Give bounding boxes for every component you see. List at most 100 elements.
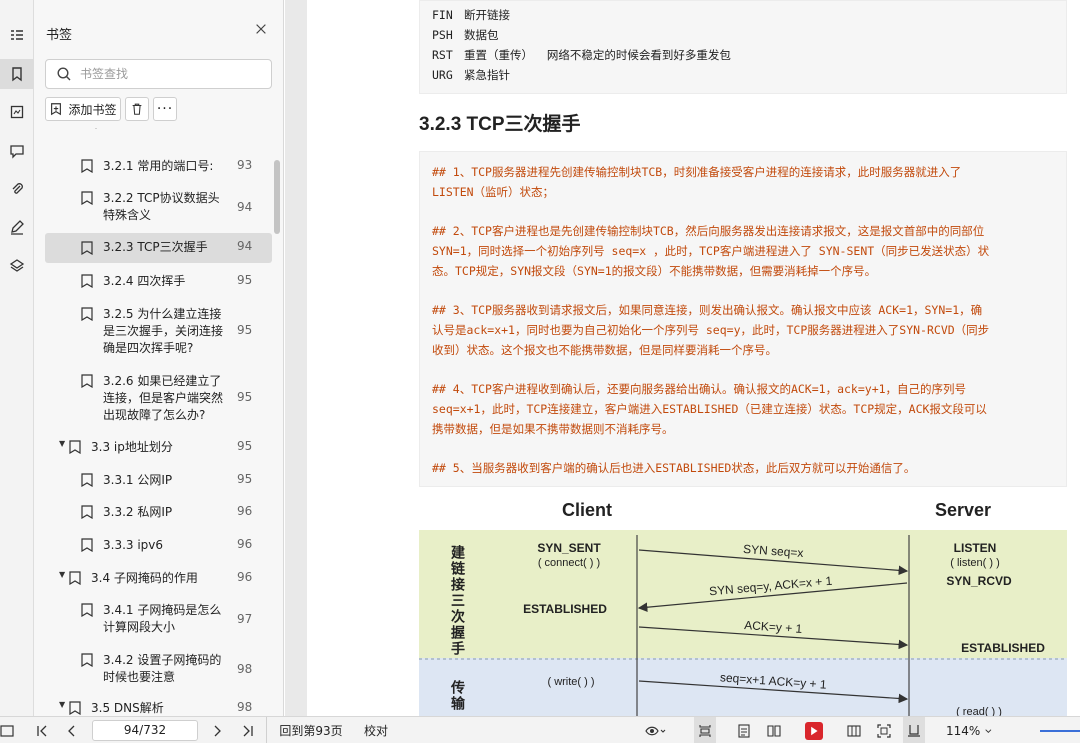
more-options-button[interactable]: ··· — [153, 97, 177, 121]
bookmark-group[interactable]: ▼ 3.3 ip地址划分 95 — [45, 437, 272, 459]
text-view-button[interactable] — [733, 717, 755, 743]
bookmark-page: 95 — [237, 472, 253, 486]
bookmark-page: 94 — [237, 239, 253, 253]
next-page-button[interactable] — [207, 717, 227, 743]
attachment-icon[interactable] — [0, 174, 34, 204]
panel-scrollbar[interactable] — [274, 160, 280, 234]
play-button[interactable] — [805, 722, 823, 740]
eye-mode-button[interactable] — [640, 717, 672, 743]
bookmark-page: 95 — [237, 439, 253, 453]
tool-rail — [0, 0, 34, 716]
step-2: ## 2、TCP客户进程也是先创建传输控制块TCB，然后向服务器发出连接请求报文… — [432, 224, 990, 278]
delete-bookmark-button[interactable] — [125, 97, 149, 121]
outline-toggle-icon[interactable] — [0, 20, 34, 50]
tree-row-clipped: ▾ — [45, 128, 272, 136]
add-bookmark-button[interactable]: 添加书签 — [45, 97, 121, 121]
step-1: ## 1、TCP服务器进程先创建传输控制块TCB，时刻准备接受客户进程的连接请求… — [432, 165, 962, 199]
bookmark-group[interactable]: ▼ 3.4 子网掩码的作用 96 — [45, 568, 272, 590]
bookmark-group[interactable]: ▼ 3.5 DNS解析 98 — [45, 698, 272, 716]
bookmark-icon — [81, 307, 93, 322]
first-page-icon — [37, 725, 47, 736]
comment-icon[interactable] — [0, 136, 34, 166]
bookmark-icon — [81, 191, 93, 206]
bookmark-page: 98 — [237, 700, 253, 714]
bookmark-item[interactable]: 3.3.3 ipv6 96 — [45, 535, 272, 557]
bookmark-item[interactable]: 3.2.4 四次挥手 95 — [45, 271, 272, 293]
zoom-slider[interactable] — [1040, 717, 1080, 743]
expand-arrow-icon[interactable]: ▼ — [59, 700, 65, 709]
page-number-input[interactable]: 94/732 — [92, 720, 198, 741]
zoom-level-dropdown[interactable]: 114% — [946, 717, 992, 743]
bookmark-label: 3.2.4 四次挥手 — [103, 274, 186, 288]
fit-page-button[interactable] — [873, 717, 895, 743]
bookmark-item[interactable]: 3.3.1 公网IP 95 — [45, 470, 272, 492]
signature-icon[interactable] — [0, 212, 34, 242]
layers-icon[interactable] — [0, 251, 34, 281]
bookmark-label: 3.3.2 私网IP — [103, 505, 173, 519]
bookmark-label: 3.2.3 TCP三次握手 — [103, 240, 208, 254]
single-page-view-button[interactable] — [694, 717, 716, 743]
play-icon — [811, 726, 818, 736]
bookmark-item[interactable]: 3.2.5 为什么建立连接是三次握手，关闭连接确是四次挥手呢? 95 — [45, 304, 272, 360]
fit-width-button[interactable] — [903, 717, 925, 743]
bookmark-search-box[interactable] — [45, 59, 272, 89]
bookmark-item[interactable]: 3.4.1 子网掩码是怎么计算网段大小 97 — [45, 600, 272, 640]
bookmark-label: 3.4 子网掩码的作用 — [91, 571, 198, 585]
bookmark-label: 3.3.1 公网IP — [103, 473, 173, 487]
close-panel-button[interactable] — [252, 22, 270, 40]
book-view-button[interactable] — [763, 717, 785, 743]
bookmark-icon — [81, 241, 93, 256]
bookmark-page: 96 — [237, 537, 253, 551]
columns-view-button[interactable] — [843, 717, 865, 743]
bookmark-label: 3.2.2 TCP协议数据头特殊含义 — [103, 191, 220, 222]
client-call-write: ( write( ) ) — [547, 676, 594, 688]
proofread-button[interactable]: 校对 — [358, 717, 394, 743]
bookmark-page: 95 — [237, 323, 253, 337]
bookmark-item[interactable]: 3.2.2 TCP协议数据头特殊含义 94 — [45, 188, 272, 228]
bookmark-label: 3.4.1 子网掩码是怎么计算网段大小 — [103, 603, 222, 634]
zoom-value: 114% — [946, 723, 981, 738]
server-label: Server — [935, 500, 991, 520]
code-line: URG 紧急指针 — [432, 68, 510, 82]
code-line: FIN 断开链接 — [432, 8, 510, 22]
bookmark-icon — [81, 653, 93, 668]
sidebar-toggle-button[interactable] — [0, 717, 14, 743]
flags-code-block: FIN 断开链接 PSH 数据包 RST 重置（重传） 网络不稳定的时候会看到好多重发… — [419, 0, 1067, 94]
section-heading: 3.2.3 TCP三次握手 — [419, 114, 581, 135]
server-call-read: ( read( ) ) — [956, 706, 1002, 716]
bookmark-label: 3.3 ip地址划分 — [91, 440, 173, 454]
thumbnail-icon[interactable] — [0, 97, 34, 127]
more-icon: ··· — [156, 101, 174, 117]
server-state-listen: LISTEN — [954, 541, 997, 555]
bookmark-label: 3.2.6 如果已经建立了连接，但是客户端突然出现故障了怎么办? — [103, 374, 224, 422]
bookmark-item[interactable]: 3.4.2 设置子网掩码的时候也要注意 98 — [45, 650, 272, 690]
bookmark-panel-icon[interactable] — [0, 59, 34, 89]
handshake-diagram: Client Server 建链接三次握手 传输 SYN_SENT ( conn… — [419, 500, 1067, 716]
prev-page-button[interactable] — [62, 717, 82, 743]
add-bookmark-label: 添加书签 — [68, 102, 117, 117]
bookmark-label: 3.4.2 设置子网掩码的时候也要注意 — [103, 653, 222, 684]
back-to-page-button[interactable]: 回到第93页 — [278, 717, 344, 743]
document-viewport[interactable]: FIN 断开链接 PSH 数据包 RST 重置（重传） 网络不稳定的时候会看到好多重发… — [285, 0, 1080, 716]
expand-arrow-icon[interactable]: ▼ — [59, 439, 65, 448]
first-page-button[interactable] — [32, 717, 52, 743]
bookmark-item[interactable]: 3.3.2 私网IP 96 — [45, 502, 272, 524]
last-page-button[interactable] — [238, 717, 258, 743]
bookmark-icon — [81, 159, 93, 174]
bookmark-page: 98 — [237, 662, 253, 676]
server-call-listen: ( listen( ) ) — [950, 557, 1000, 569]
expand-arrow-icon[interactable]: ▼ — [59, 570, 65, 579]
bookmark-item-selected[interactable]: 3.2.3 TCP三次握手 94 — [45, 233, 272, 263]
chevron-right-icon — [214, 725, 221, 736]
code-line: RST 重置（重传） 网络不稳定的时候会看到好多重发包 — [432, 48, 731, 62]
bookmark-item[interactable]: 3.2.6 如果已经建立了连接，但是客户端突然出现故障了怎么办? 95 — [45, 371, 272, 427]
bookmark-page: 94 — [237, 200, 253, 214]
bookmark-label: 3.3.3 ipv6 — [103, 538, 164, 552]
bookmark-search-input[interactable] — [80, 67, 260, 81]
last-page-icon — [243, 725, 253, 736]
document-icon — [738, 723, 750, 738]
search-icon — [57, 67, 71, 81]
bookmark-item[interactable]: 3.2.1 常用的端口号: 93 — [45, 156, 272, 178]
bookmark-label: 3.2.1 常用的端口号: — [103, 159, 214, 173]
trash-icon — [132, 103, 142, 115]
